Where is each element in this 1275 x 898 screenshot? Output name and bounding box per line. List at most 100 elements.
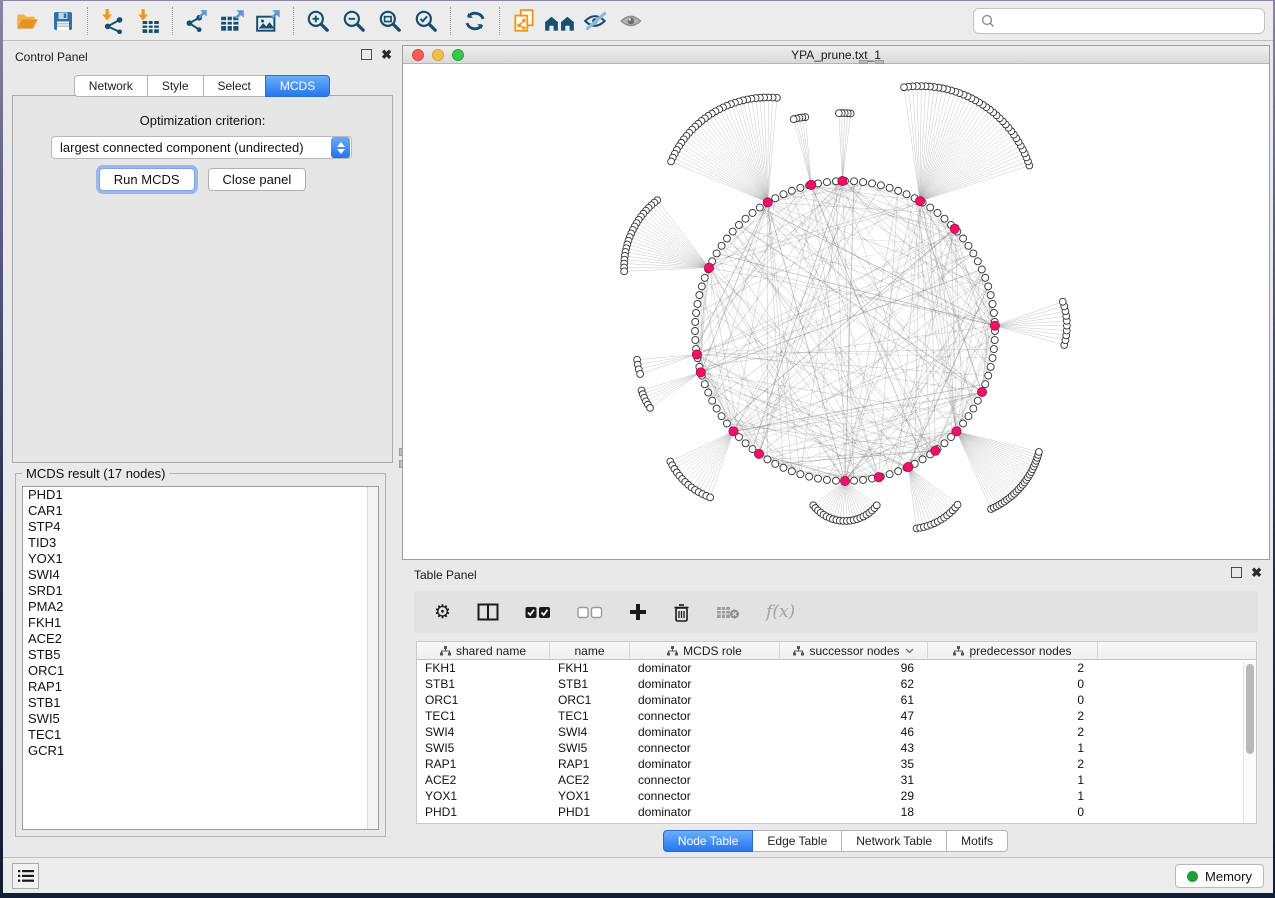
network-node[interactable]: [814, 475, 821, 482]
mcds-result-item[interactable]: SRD1: [23, 583, 378, 599]
column-header-name[interactable]: name: [550, 642, 630, 659]
network-node[interactable]: [990, 309, 997, 316]
run-mcds-button[interactable]: Run MCDS: [99, 168, 195, 191]
splitter-handle[interactable]: [875, 60, 884, 64]
column-header-shared-name[interactable]: shared name: [417, 642, 550, 659]
mcds-result-item[interactable]: GCR1: [23, 743, 378, 759]
dominator-node[interactable]: [931, 446, 940, 455]
zoom-out-button[interactable]: [336, 4, 372, 38]
tab-network-table[interactable]: Network Table: [841, 830, 947, 852]
network-node[interactable]: [895, 187, 902, 194]
network-node[interactable]: [965, 413, 972, 420]
save-button[interactable]: [45, 4, 81, 38]
network-node[interactable]: [901, 84, 908, 91]
search-input[interactable]: [996, 11, 1264, 31]
dominator-node[interactable]: [904, 462, 913, 471]
network-node[interactable]: [970, 250, 977, 257]
network-node[interactable]: [1059, 298, 1066, 305]
network-node[interactable]: [735, 221, 742, 228]
mcds-result-item[interactable]: STP4: [23, 519, 378, 535]
network-node[interactable]: [895, 468, 902, 475]
network-node[interactable]: [927, 204, 934, 211]
task-history-button[interactable]: [12, 863, 39, 889]
mcds-result-item[interactable]: TID3: [23, 535, 378, 551]
network-node[interactable]: [718, 242, 725, 249]
network-node[interactable]: [877, 182, 884, 189]
network-node[interactable]: [701, 274, 708, 281]
network-node[interactable]: [713, 405, 720, 412]
network-node[interactable]: [1036, 449, 1043, 456]
mcds-result-item[interactable]: ORC1: [23, 663, 378, 679]
network-node[interactable]: [960, 420, 967, 427]
network-node[interactable]: [788, 187, 795, 194]
add-column-icon[interactable]: [629, 603, 647, 621]
network-node[interactable]: [873, 502, 880, 509]
tab-edge-table[interactable]: Edge Table: [752, 830, 842, 852]
network-window-titlebar[interactable]: YPA_prune.txt_1: [403, 46, 1269, 64]
network-node[interactable]: [989, 300, 996, 307]
network-node[interactable]: [729, 228, 736, 235]
network-node[interactable]: [989, 355, 996, 362]
table-scrollbar[interactable]: [1243, 661, 1256, 823]
network-canvas[interactable]: [403, 64, 1269, 559]
network-node[interactable]: [780, 191, 787, 198]
column-header-successor-nodes[interactable]: successor nodes: [780, 642, 928, 659]
network-node[interactable]: [780, 464, 787, 471]
network-node[interactable]: [886, 471, 893, 478]
dominator-node[interactable]: [952, 427, 961, 436]
network-node[interactable]: [698, 283, 705, 290]
dominator-node[interactable]: [696, 368, 705, 377]
network-node[interactable]: [832, 477, 839, 484]
table-row[interactable]: FKH1FKH1dominator962: [417, 660, 1256, 676]
network-node[interactable]: [701, 381, 708, 388]
network-node[interactable]: [823, 476, 830, 483]
network-node[interactable]: [860, 179, 867, 186]
network-node[interactable]: [941, 215, 948, 222]
tab-style[interactable]: Style: [147, 75, 204, 97]
export-network-button[interactable]: [179, 4, 215, 38]
network-node[interactable]: [985, 372, 992, 379]
mcds-result-item[interactable]: SWI5: [23, 711, 378, 727]
network-node[interactable]: [869, 180, 876, 187]
mcds-result-item[interactable]: CAR1: [23, 503, 378, 519]
network-node[interactable]: [790, 116, 797, 123]
network-node[interactable]: [835, 110, 842, 117]
table-row[interactable]: SWI5SWI5connector431: [417, 740, 1256, 756]
column-header-MCDS-role[interactable]: MCDS role: [630, 642, 780, 659]
network-node[interactable]: [886, 184, 893, 191]
function-builder-icon[interactable]: f(x): [766, 602, 795, 622]
network-node[interactable]: [990, 346, 997, 353]
scrollbar-thumb[interactable]: [1246, 664, 1254, 754]
network-node[interactable]: [742, 215, 749, 222]
network-node[interactable]: [806, 473, 813, 480]
network-node[interactable]: [960, 235, 967, 242]
network-node[interactable]: [749, 209, 756, 216]
network-node[interactable]: [970, 405, 977, 412]
mcds-result-item[interactable]: SWI4: [23, 567, 378, 583]
table-row[interactable]: ORC1ORC1dominator610: [417, 692, 1256, 708]
tab-select[interactable]: Select: [203, 75, 266, 97]
dominator-node[interactable]: [840, 476, 849, 485]
network-node[interactable]: [919, 456, 926, 463]
homes-button[interactable]: [542, 4, 578, 38]
table-row[interactable]: RAP1RAP1dominator352: [417, 756, 1256, 772]
checked-boxes-icon[interactable]: [525, 606, 551, 619]
dominator-node[interactable]: [838, 176, 847, 185]
network-node[interactable]: [991, 337, 998, 344]
network-node[interactable]: [621, 268, 628, 275]
float-panel-icon[interactable]: [361, 49, 372, 60]
network-node[interactable]: [941, 440, 948, 447]
export-image-button[interactable]: [251, 4, 287, 38]
network-node[interactable]: [692, 337, 699, 344]
network-node[interactable]: [982, 274, 989, 281]
network-node[interactable]: [974, 397, 981, 404]
network-node[interactable]: [797, 471, 804, 478]
network-node[interactable]: [982, 381, 989, 388]
mcds-result-item[interactable]: RAP1: [23, 679, 378, 695]
dominator-node[interactable]: [763, 198, 772, 207]
zoom-in-button[interactable]: [300, 4, 336, 38]
mcds-result-item[interactable]: STB5: [23, 647, 378, 663]
import-table-button[interactable]: [130, 4, 166, 38]
mcds-result-item[interactable]: STB1: [23, 695, 378, 711]
tab-mcds[interactable]: MCDS: [265, 75, 330, 97]
